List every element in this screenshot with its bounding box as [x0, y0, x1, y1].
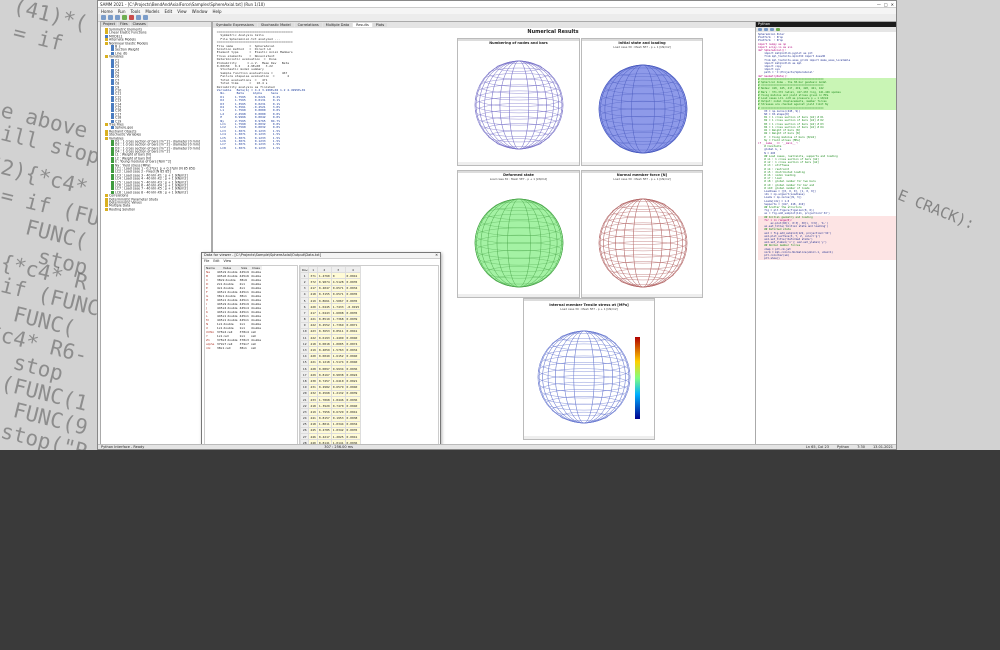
run-icon[interactable] [122, 15, 127, 20]
plot-tensile-stress[interactable]: Internal member Tensile stress σt [MPa] … [523, 298, 655, 440]
plot-footer [582, 162, 702, 165]
data-viewer-menu: File Edit View [202, 259, 440, 263]
tab-stochastic-model[interactable]: Stochastic Model [257, 23, 294, 27]
numerical-results-heading: Numerical Results [527, 29, 579, 35]
desktop-empty-area [0, 450, 1000, 650]
variable-cell: 38x1 [239, 346, 247, 350]
variable-list: Name Value Size Class Ne 445x9 double 445x9 dou… [204, 265, 298, 446]
deformed-sphere [474, 198, 564, 288]
status-bar: Python Interface - Ready 307 : 256.00 ms… [98, 444, 896, 449]
plot-initial-state[interactable]: Initial state and loading Load case 30 :… [581, 38, 703, 166]
code-editor-panel: Python SphereAxial.Polar Platform : Prop P… [755, 21, 896, 445]
plot-footer [582, 294, 702, 297]
colorbar [635, 337, 640, 419]
plot-numbering[interactable]: Numbering of nodes and bars [457, 38, 580, 166]
menu-help[interactable]: Help [212, 9, 221, 14]
clock-time: 7:30 [857, 445, 865, 449]
tab-correlations[interactable]: Correlations [294, 23, 322, 27]
tab-plots[interactable]: Plots [372, 23, 388, 27]
folder-icon [105, 41, 108, 45]
open-folder-icon[interactable] [108, 15, 113, 20]
menu-edit[interactable]: Edit [213, 259, 219, 263]
variable-cell: cell [250, 346, 257, 350]
wallpaper-code-line: E CRACK): [895, 186, 978, 234]
title-bar: SAMM 2021 - [C:\Projects\BendAndAxialFor… [98, 1, 896, 8]
plot-footer [458, 294, 579, 297]
minimize-button[interactable]: — [877, 2, 881, 7]
settings-icon[interactable] [136, 15, 141, 20]
tab-results[interactable]: Results [353, 23, 372, 27]
menu-window[interactable]: Window [192, 9, 208, 14]
stop-icon[interactable] [129, 15, 134, 20]
save-icon[interactable] [770, 28, 774, 31]
menu-run[interactable]: Run [118, 9, 126, 14]
menu-edit[interactable]: Edit [164, 9, 172, 14]
project-tree-panel: Project Files Classes Symmetric Elements… [100, 21, 212, 445]
maximize-button[interactable]: □ [884, 2, 888, 7]
variable-cell: 38x1 cell [216, 346, 231, 350]
force-sphere [598, 198, 688, 288]
save-icon[interactable] [115, 15, 120, 20]
tab-symbolic-expressions[interactable]: Symbolic Expressions [213, 23, 257, 27]
tab-project[interactable]: Project [101, 22, 117, 27]
run-icon[interactable] [776, 28, 780, 31]
language-mode: Python [836, 445, 850, 449]
menu-models[interactable]: Models [145, 9, 159, 14]
new-file-icon[interactable] [101, 15, 106, 20]
folder-icon [105, 136, 108, 140]
close-button[interactable]: ✕ [891, 2, 894, 7]
output-line: LC8 1.3071 0.1233 1.5% [215, 145, 281, 150]
menu-view[interactable]: View [224, 259, 232, 263]
status-text: Python Interface - Ready [101, 445, 145, 449]
project-tree: Symmetric Elements Linear Elastic Functio… [101, 27, 211, 212]
cursor-position: Ln 65, Col 23 [805, 445, 829, 449]
open-folder-icon[interactable] [764, 28, 768, 31]
variable-row[interactable]: idx 38x1 cell 38x1 cell [205, 346, 262, 350]
menu-tools[interactable]: Tools [130, 9, 140, 14]
plot-normal-force[interactable]: Normal member force [N] Load case 30 : M… [581, 170, 703, 298]
data-grid: Row 1 2 3 4 1 371 1.4760 0 0.0041 2 372 0.9874 4.5128… [299, 265, 439, 446]
menu-view[interactable]: View [177, 9, 187, 14]
menu-file[interactable]: File [204, 259, 209, 263]
code-editor[interactable]: SphereAxial.Polar Platform : Prop Platform… [756, 32, 896, 261]
folder-icon [105, 55, 108, 59]
folder-icon [105, 122, 108, 126]
clock-date: 13.01.2021 [872, 445, 893, 449]
wireframe-sphere [474, 60, 564, 150]
data-viewer-window: Data for viewer - [C:\Projects\Sample\Sp… [201, 252, 441, 447]
variable-table: Name Value Size Class Ne 445x9 double 445x9 dou… [205, 266, 263, 350]
window-title: SAMM 2021 - [C:\Projects\BendAndAxialFor… [100, 1, 265, 7]
results-tabs: Symbolic Expressions Stochastic Model Co… [213, 22, 758, 28]
new-file-icon[interactable] [758, 28, 762, 31]
data-viewer-title: Data for viewer - [C:\Projects\Sample\Sp… [204, 253, 322, 257]
data-viewer-close-button[interactable]: ✕ [435, 253, 438, 258]
stress-sphere [537, 330, 640, 424]
tab-multiple-data[interactable]: Multiple Data [322, 23, 353, 27]
tree-item-label: Routing Solution [109, 207, 136, 212]
status-timing: 307 : 256.00 ms [324, 445, 353, 449]
plot-icon[interactable] [143, 15, 148, 20]
results-text-output: ========================================… [215, 31, 347, 261]
main-window: SAMM 2021 - [C:\Projects\BendAndAxialFor… [97, 0, 897, 450]
variable-cell: idx [206, 346, 211, 350]
plot-footer [458, 162, 579, 165]
tree-item[interactable]: Routing Solution [103, 207, 209, 212]
code-line: plt.show() [758, 257, 896, 261]
plot-deformed-state[interactable]: Deformed state Load case 30 : Mesh 5E7 -… [457, 170, 580, 298]
menu-home[interactable]: Home [101, 9, 113, 14]
loaded-sphere [598, 64, 688, 154]
folder-icon [105, 207, 108, 211]
plot-footer [524, 436, 654, 439]
tab-classes[interactable]: Classes [130, 22, 148, 27]
data-table: Row 1 2 3 4 1 371 1.4760 0 0.0041 2 372 0.9874 4.5128… [300, 266, 362, 446]
tab-files[interactable]: Files [117, 22, 130, 27]
